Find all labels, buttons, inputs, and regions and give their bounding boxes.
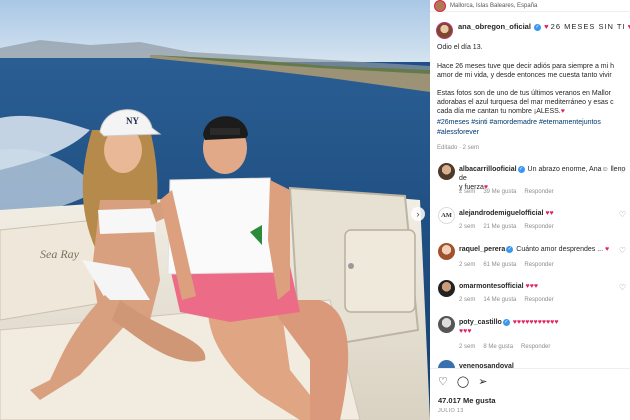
caption-line: adorabas el azul turquesa del mar medite… [437, 99, 614, 106]
post-actions: ♡ ◯ ➢ 47.017 Me gusta JULIO 13 [430, 368, 630, 420]
heart-emoji-icon: ♥ [605, 246, 610, 253]
cap-logo: NY [126, 116, 139, 126]
reply-button[interactable]: Responder [524, 224, 553, 230]
heart-emoji-icon: ♥♥♥ [459, 328, 472, 335]
comment: raquel_perera ✓ Cuánto amor desprendes ..… [438, 243, 630, 268]
like-comment-heart-icon[interactable]: ♡ [619, 210, 626, 219]
post-photo: Sea Ray NY › [0, 0, 430, 420]
comment-likes[interactable]: 8 Me gusta [483, 344, 513, 350]
commenter-username[interactable]: omarmontesofficial [459, 283, 524, 290]
comment: albacarrillooficial ✓ Un abrazo enorme, A… [438, 163, 630, 195]
comment-text: Cuánto amor desprendes ... [516, 246, 604, 253]
heart-emoji-icon: ♥♥ [545, 210, 554, 217]
commenter-username[interactable]: alejandrodemiguelofficial [459, 210, 543, 217]
commenter-username[interactable]: raquel_perera [459, 246, 505, 253]
comment-age: 2 sem [459, 297, 476, 303]
comment-age: 2 sem [459, 344, 476, 350]
action-icons: ♡ ◯ ➢ [438, 375, 487, 388]
heart-emoji-icon: ♥ [560, 108, 565, 115]
like-heart-icon[interactable]: ♡ [438, 375, 448, 388]
post-location[interactable]: Mallorca, Islas Baleares, España [450, 3, 537, 9]
comment-body: raquel_perera ✓ Cuánto amor desprendes ..… [459, 245, 629, 254]
caption-line: Hace 26 meses tuve que decir adiós para … [437, 63, 615, 70]
comment-likes[interactable]: 14 Me gusta [483, 297, 516, 303]
like-comment-heart-icon[interactable]: ♡ [619, 246, 626, 255]
comment-body: albacarrillooficial ✓ Un abrazo enorme, A… [459, 165, 629, 192]
reply-button[interactable]: Responder [524, 297, 553, 303]
commenter-username[interactable]: albacarrillooficial [459, 166, 517, 173]
reply-button[interactable]: Responder [521, 344, 550, 350]
comment: poty_castillo ✓ ♥♥♥♥♥♥♥♥♥♥♥ ♥♥♥ 2 sem 8 Me… [438, 316, 630, 350]
caption-block: ana_obregon_oficial ✓ ♥ 26 MESES SIN TI … [436, 22, 630, 39]
author-username[interactable]: ana_obregon_oficial [458, 22, 531, 31]
heart-emoji-icon: ♥♥♥ [525, 283, 538, 290]
share-paper-plane-icon[interactable]: ➢ [478, 375, 487, 388]
reply-button[interactable]: Responder [524, 262, 553, 268]
comment-meta: 2 sem 39 Me gusta Responder [459, 189, 562, 195]
caption-line: cada día me cantan tu nombre ¡ALESS.♥ [437, 108, 565, 115]
verified-badge-icon: ✓ [534, 23, 542, 31]
comment: AM alejandrodemiguelofficial ♥♥ 2 sem 21 … [438, 207, 630, 230]
commenter-avatar[interactable]: AM [438, 207, 455, 224]
caption-line: amor de mi vida, y desde entonces me cue… [437, 72, 612, 79]
comments-panel: Mallorca, Islas Baleares, España ana_obr… [430, 0, 630, 420]
carousel-next-button[interactable]: › [411, 207, 425, 221]
caption-line: Odio el día 13. [437, 44, 483, 51]
comment-likes[interactable]: 39 Me gusta [483, 189, 516, 195]
boat-hatch [344, 229, 416, 313]
hashtags[interactable]: #26meses #sinti #amordemadre #eternament… [437, 118, 625, 128]
commenter-avatar[interactable] [438, 243, 455, 260]
likes-count[interactable]: 47.017 Me gusta [438, 396, 496, 405]
comment-age: 2 sem [459, 262, 476, 268]
post-header: Mallorca, Islas Baleares, España [430, 0, 630, 12]
commenter-username[interactable]: poty_castillo [459, 319, 502, 326]
hashtags[interactable]: #alessforever [437, 128, 625, 138]
author-avatar[interactable] [436, 22, 453, 39]
commenter-avatar[interactable] [438, 316, 455, 333]
verified-badge-icon: ✓ [502, 318, 510, 326]
comment-meta: 2 sem 61 Me gusta Responder [459, 262, 562, 268]
like-comment-heart-icon[interactable]: ♡ [619, 166, 626, 175]
comment-meta: 2 sem 21 Me gusta Responder [459, 224, 562, 230]
comment-body: poty_castillo ✓ ♥♥♥♥♥♥♥♥♥♥♥ ♥♥♥ [459, 318, 629, 336]
comment-likes[interactable]: 21 Me gusta [483, 224, 516, 230]
caption-line: Estas fotos son de uno de tus últimos ve… [437, 90, 611, 97]
commenter-avatar[interactable] [438, 280, 455, 297]
post-date: JULIO 13 [438, 408, 464, 414]
verified-badge-icon: ✓ [517, 165, 525, 173]
comment-meta: 2 sem 14 Me gusta Responder [459, 297, 562, 303]
comment-age: 2 sem [459, 189, 476, 195]
comment-bubble-icon[interactable]: ◯ [457, 375, 469, 388]
heart-emoji-icon: ♥♥♥♥♥♥♥♥♥♥♥ [512, 319, 559, 326]
commenter-avatar[interactable] [438, 163, 455, 180]
comment-body: alejandrodemiguelofficial ♥♥ [459, 209, 629, 218]
caption-title-text: 26 MESES SIN TI [550, 22, 626, 31]
like-comment-heart-icon[interactable]: ♡ [619, 283, 626, 292]
reply-button[interactable]: Responder [524, 189, 553, 195]
photo-illustration: Sea Ray NY [0, 0, 430, 420]
boat-brand: Sea Ray [40, 247, 80, 261]
comment-likes[interactable]: 61 Me gusta [483, 262, 516, 268]
heart-emoji-icon: ♥ [544, 22, 549, 31]
comment-meta: 2 sem 8 Me gusta Responder [459, 344, 558, 350]
verified-badge-icon: ✓ [506, 245, 514, 253]
comment: omarmontesofficial ♥♥♥ 2 sem 14 Me gusta R… [438, 280, 630, 303]
comment-age: 2 sem [459, 224, 476, 230]
edited-timestamp: Editado · 2 sem [437, 145, 480, 151]
caption-title: ana_obregon_oficial ✓ ♥ 26 MESES SIN TI … [458, 22, 630, 31]
comment-body: omarmontesofficial ♥♥♥ [459, 282, 629, 291]
chevron-right-icon: › [416, 209, 420, 219]
author-avatar-small[interactable] [434, 0, 446, 12]
